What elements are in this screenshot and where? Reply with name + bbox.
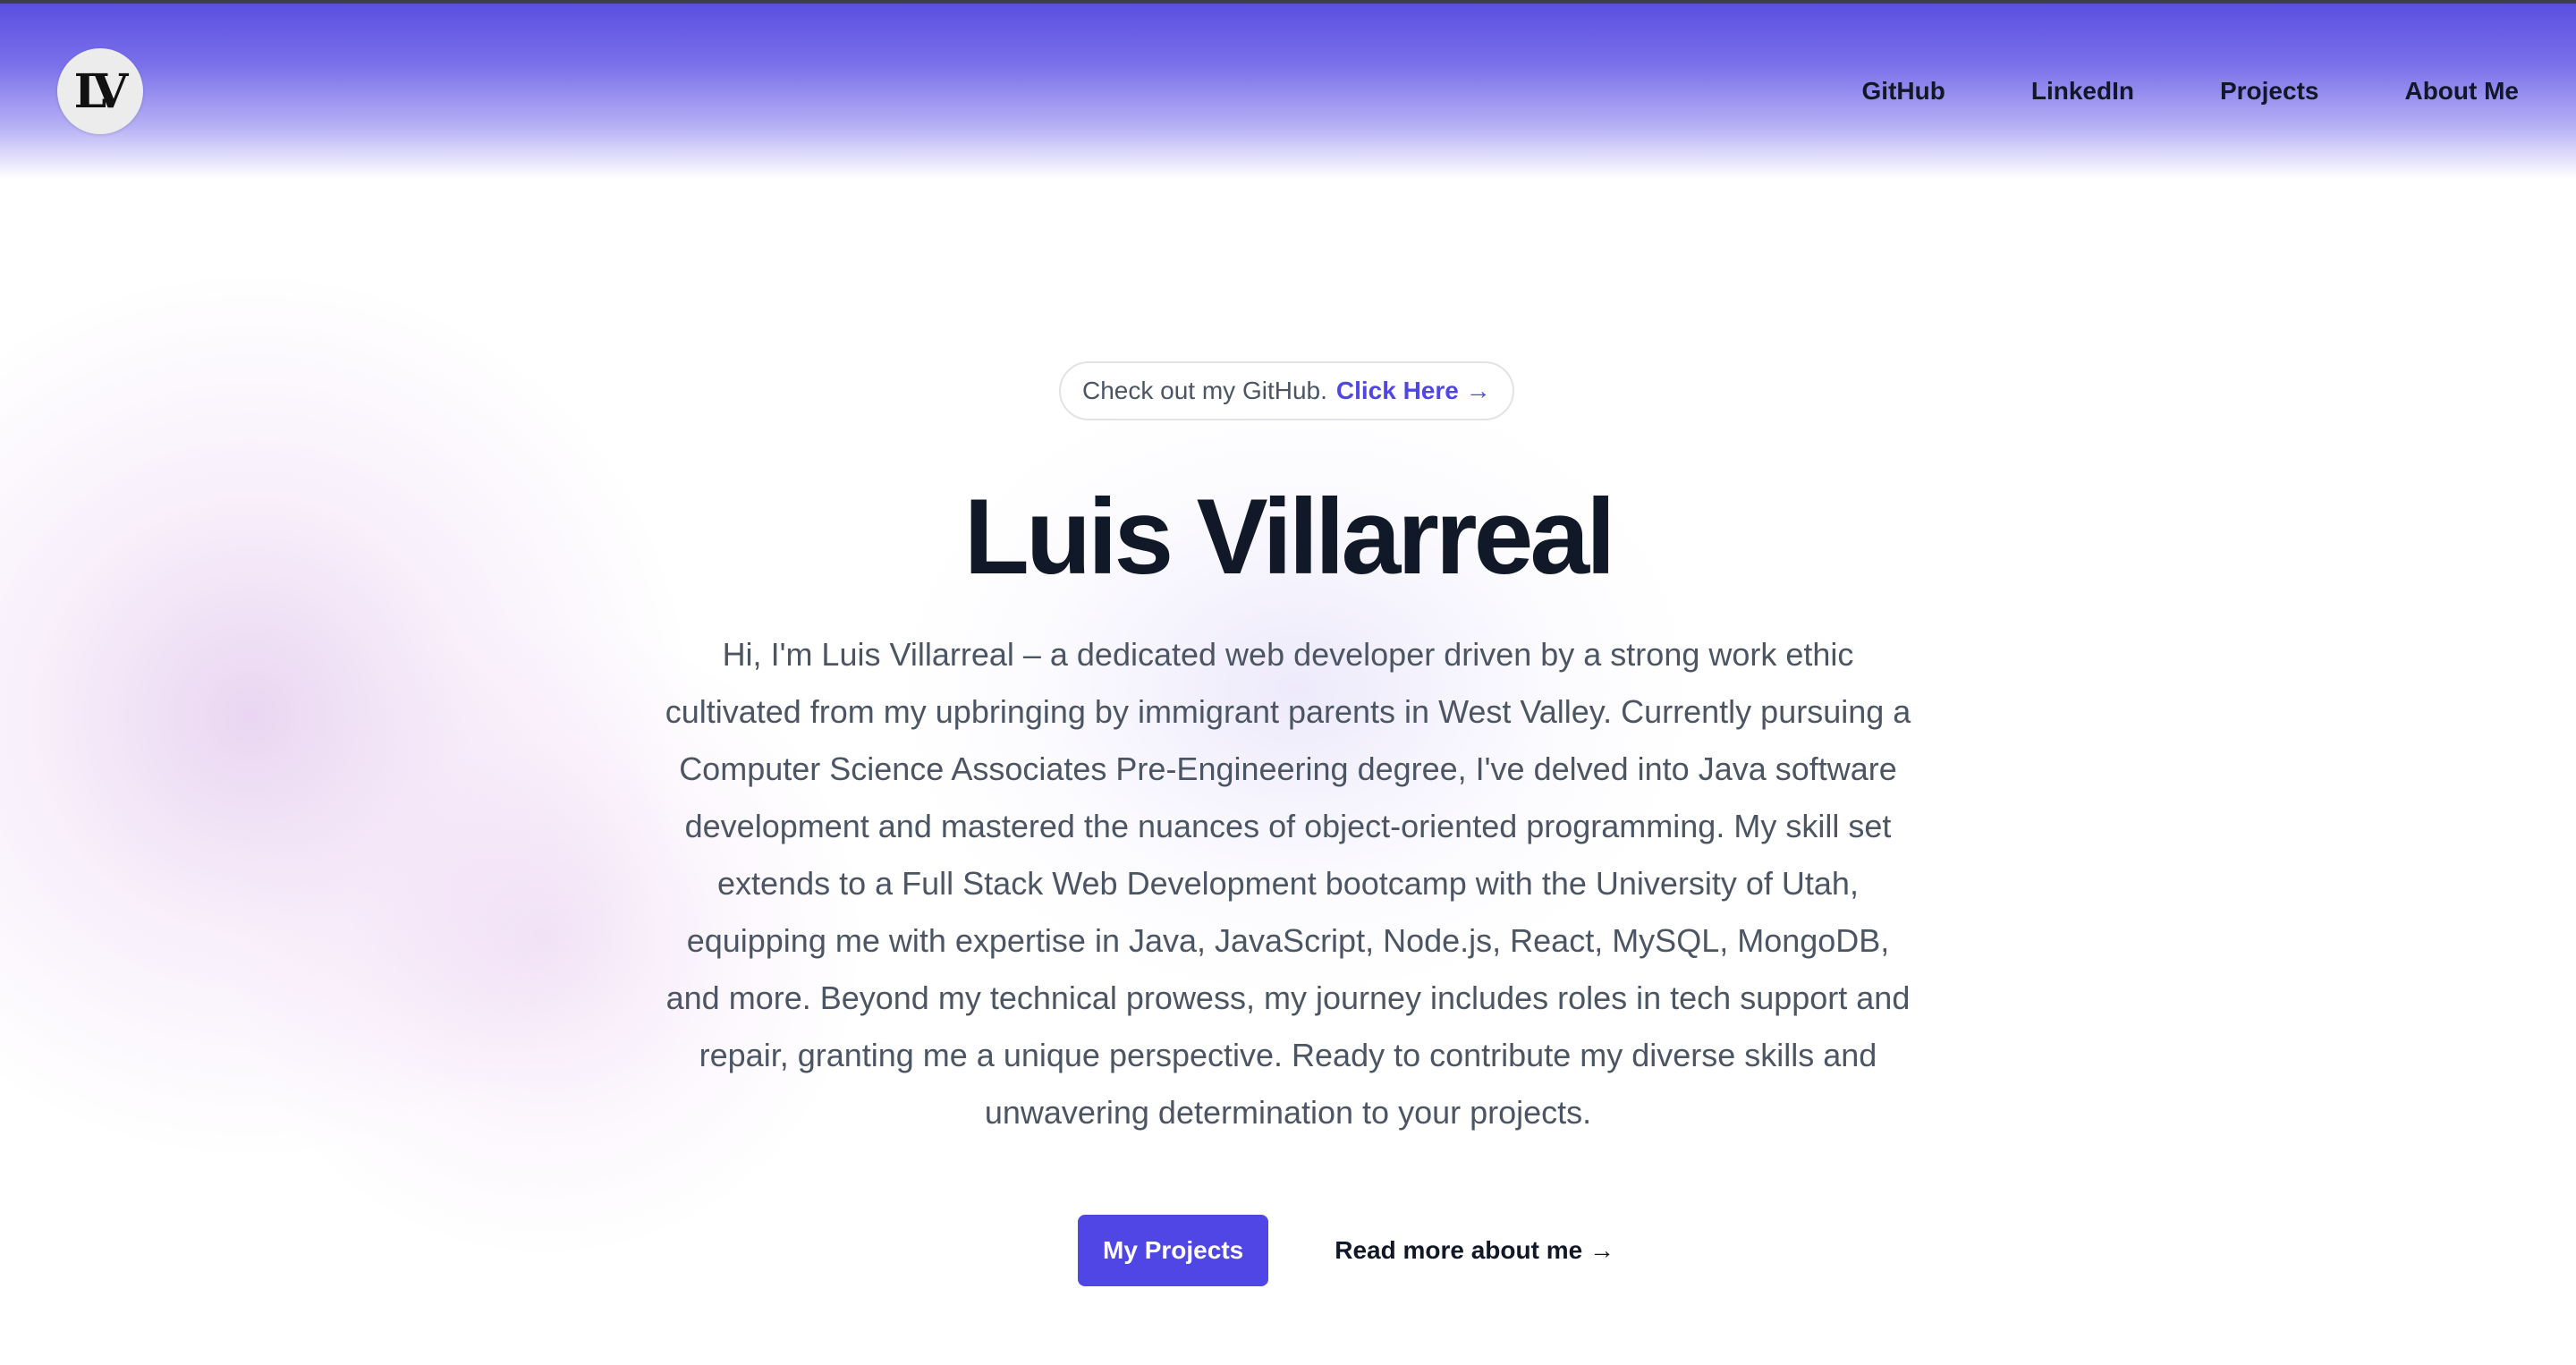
nav-link-projects[interactable]: Projects <box>2220 72 2319 111</box>
page: LV GitHub LinkedIn Projects About Me Che… <box>0 0 2576 1365</box>
hero-description: Hi, I'm Luis Villarreal – a dedicated we… <box>665 636 1911 1131</box>
logo-monogram: LV <box>73 64 129 119</box>
read-more-about-me-link[interactable]: Read more about me → <box>1335 1236 1614 1265</box>
navbar: LV GitHub LinkedIn Projects About Me <box>0 0 2576 179</box>
top-border <box>0 0 2576 4</box>
nav-links: GitHub LinkedIn Projects About Me <box>1862 72 2519 111</box>
nav-link-linkedin[interactable]: LinkedIn <box>2031 72 2134 111</box>
github-announcement-pill: Check out my GitHub. Click Here → <box>1059 361 1514 420</box>
cta-row: My Projects Read more about me → <box>0 1215 2576 1286</box>
pill-text: Check out my GitHub. <box>1082 377 1327 404</box>
nav-link-about-me[interactable]: About Me <box>2404 72 2519 111</box>
pill-click-here-link[interactable]: Click Here → <box>1336 377 1491 405</box>
hero-title: Luis Villarreal <box>963 477 1616 597</box>
my-projects-button[interactable]: My Projects <box>1078 1215 1269 1286</box>
hero-section: Check out my GitHub. Click Here → Luis V… <box>0 0 2576 1365</box>
nav-link-github[interactable]: GitHub <box>1862 72 1945 111</box>
logo[interactable]: LV <box>57 48 143 134</box>
